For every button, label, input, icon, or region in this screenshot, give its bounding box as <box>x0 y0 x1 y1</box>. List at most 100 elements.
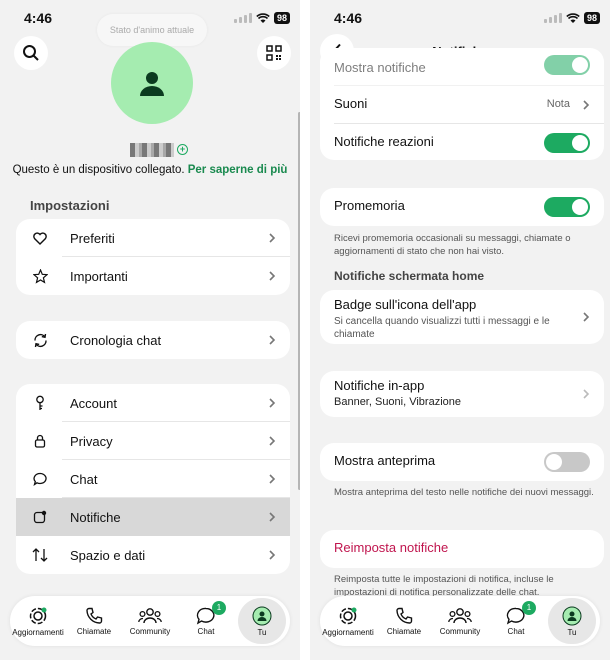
in-app-notifications-row[interactable]: Notifiche in-app Banner, Suoni, Vibrazio… <box>320 371 604 417</box>
phone-icon <box>396 607 413 624</box>
chevron-right-icon <box>269 233 276 243</box>
sounds-row[interactable]: Suoni Nota <box>320 86 604 124</box>
settings-item-important[interactable]: Importanti <box>16 257 290 295</box>
nav-label: Aggiornamenti <box>12 627 64 637</box>
chevron-right-icon <box>269 474 276 484</box>
home-screen-section-title: Notifiche schermata home <box>334 269 485 283</box>
reminders-toggle[interactable] <box>544 197 590 217</box>
signal-icon <box>543 13 562 23</box>
in-app-card: Notifiche in-app Banner, Suoni, Vibrazio… <box>320 371 604 417</box>
reaction-notifications-row[interactable]: Notifiche reazioni <box>320 124 604 160</box>
show-notifications-label: Mostra notifiche <box>334 60 426 75</box>
app-badge-row[interactable]: Badge sull'icona dell'app Si cancella qu… <box>320 290 604 344</box>
chevron-right-icon <box>269 512 276 522</box>
settings-item-chat-history[interactable]: Cronologia chat <box>16 321 290 359</box>
qr-code-button[interactable] <box>257 36 291 70</box>
nav-calls[interactable]: Chiamate <box>376 607 432 636</box>
lock-icon <box>34 434 46 448</box>
nav-updates[interactable]: Aggiornamenti <box>10 606 66 637</box>
nav-label: Tu <box>257 627 267 637</box>
nav-chats[interactable]: 1 Chat <box>178 600 234 636</box>
nav-label: Aggiornamenti <box>322 627 374 637</box>
show-notifications-row[interactable]: Mostra notifiche <box>320 48 604 86</box>
nav-label: Tu <box>567 627 577 637</box>
learn-more-link[interactable]: Per saperne di più <box>188 164 288 176</box>
sounds-label: Suoni <box>334 96 368 111</box>
settings-item-label: Privacy <box>70 433 113 449</box>
chevron-right-icon <box>583 389 590 399</box>
reset-card: Reimposta notifiche <box>320 530 604 568</box>
settings-item-storage[interactable]: Spazio e dati <box>16 536 290 574</box>
chevron-right-icon <box>583 100 590 110</box>
nav-you[interactable]: Tu <box>234 597 290 644</box>
settings-screen: 4:46 98 Stato d'animo attuale + Questo è… <box>0 0 300 660</box>
status-bar: 4:46 98 <box>310 10 610 30</box>
status-bubble-text: Stato d'animo attuale <box>109 25 195 35</box>
nav-calls[interactable]: Chiamate <box>66 607 122 636</box>
show-preview-toggle[interactable] <box>544 452 590 472</box>
profile-name-blurred <box>130 143 174 157</box>
reaction-notifications-toggle[interactable] <box>544 133 590 153</box>
nav-label: Chat <box>507 626 525 636</box>
settings-item-label: Spazio e dati <box>70 547 146 563</box>
nav-chats[interactable]: 1 Chat <box>488 600 544 636</box>
settings-item-favorites[interactable]: Preferiti <box>16 219 290 257</box>
nav-label: Chiamate <box>76 626 112 636</box>
settings-item-label: Account <box>70 395 117 411</box>
signal-icon <box>233 13 252 23</box>
nav-label: Community <box>439 626 481 636</box>
nav-you[interactable]: Tu <box>544 597 600 644</box>
chevron-right-icon <box>269 436 276 446</box>
account-group: Account Privacy Chat Notifiche Spazio e … <box>16 384 290 574</box>
scrollbar[interactable] <box>298 112 300 490</box>
in-app-label: Notifiche in-app <box>334 378 425 393</box>
reset-notifications-button[interactable]: Reimposta notifiche <box>320 530 604 568</box>
heart-icon <box>33 231 47 245</box>
avatar[interactable] <box>111 42 193 124</box>
settings-item-label: Importanti <box>70 268 128 284</box>
reminders-card: Promemoria <box>320 188 604 226</box>
settings-item-privacy[interactable]: Privacy <box>16 422 290 460</box>
chevron-right-icon <box>269 335 276 345</box>
settings-item-account[interactable]: Account <box>16 384 290 422</box>
community-icon <box>448 607 472 623</box>
preview-note: Mostra anteprima del testo nelle notific… <box>334 487 594 498</box>
nav-updates[interactable]: Aggiornamenti <box>320 606 376 637</box>
app-badge-label: Badge sull'icona dell'app <box>334 297 477 312</box>
nav-community[interactable]: Community <box>432 607 488 636</box>
nav-label: Community <box>129 626 171 636</box>
bottom-navigation: Aggiornamenti Chiamate Community 1 Chat … <box>320 596 600 646</box>
person-icon <box>140 72 164 96</box>
in-app-subtitle: Banner, Suoni, Vibrazione <box>334 396 461 408</box>
star-icon <box>32 268 48 284</box>
search-icon <box>23 45 39 61</box>
app-badge-subtitle: Si cancella quando visualizzi tutti i me… <box>334 316 550 340</box>
nav-community[interactable]: Community <box>122 607 178 636</box>
nav-label: Chiamate <box>386 626 422 636</box>
unread-badge: 1 <box>522 600 536 615</box>
chevron-right-icon <box>269 398 276 408</box>
chevron-right-icon <box>269 271 276 281</box>
sync-icon <box>33 333 47 347</box>
wifi-icon <box>566 12 580 23</box>
add-name-icon[interactable]: + <box>177 144 188 155</box>
show-notifications-toggle[interactable] <box>544 55 590 75</box>
show-preview-row[interactable]: Mostra anteprima <box>320 443 604 481</box>
chevron-right-icon <box>269 550 276 560</box>
reaction-notifications-label: Notifiche reazioni <box>334 134 434 149</box>
status-time: 4:46 <box>24 10 53 26</box>
reminders-row[interactable]: Promemoria <box>320 188 604 226</box>
wifi-icon <box>256 12 270 23</box>
chat-history-group: Cronologia chat <box>16 321 290 359</box>
settings-item-label: Cronologia chat <box>70 332 162 348</box>
search-button[interactable] <box>14 36 48 70</box>
preview-card: Mostra anteprima <box>320 443 604 481</box>
settings-item-chat[interactable]: Chat <box>16 460 290 498</box>
settings-item-notifications[interactable]: Notifiche <box>16 498 290 536</box>
battery-indicator: 98 <box>583 12 600 24</box>
unread-badge: 1 <box>212 600 226 615</box>
status-time: 4:46 <box>334 10 363 26</box>
sounds-value: Nota <box>546 98 570 110</box>
chat-bubble-icon <box>32 472 47 486</box>
badge-card: Badge sull'icona dell'app Si cancella qu… <box>320 290 604 344</box>
